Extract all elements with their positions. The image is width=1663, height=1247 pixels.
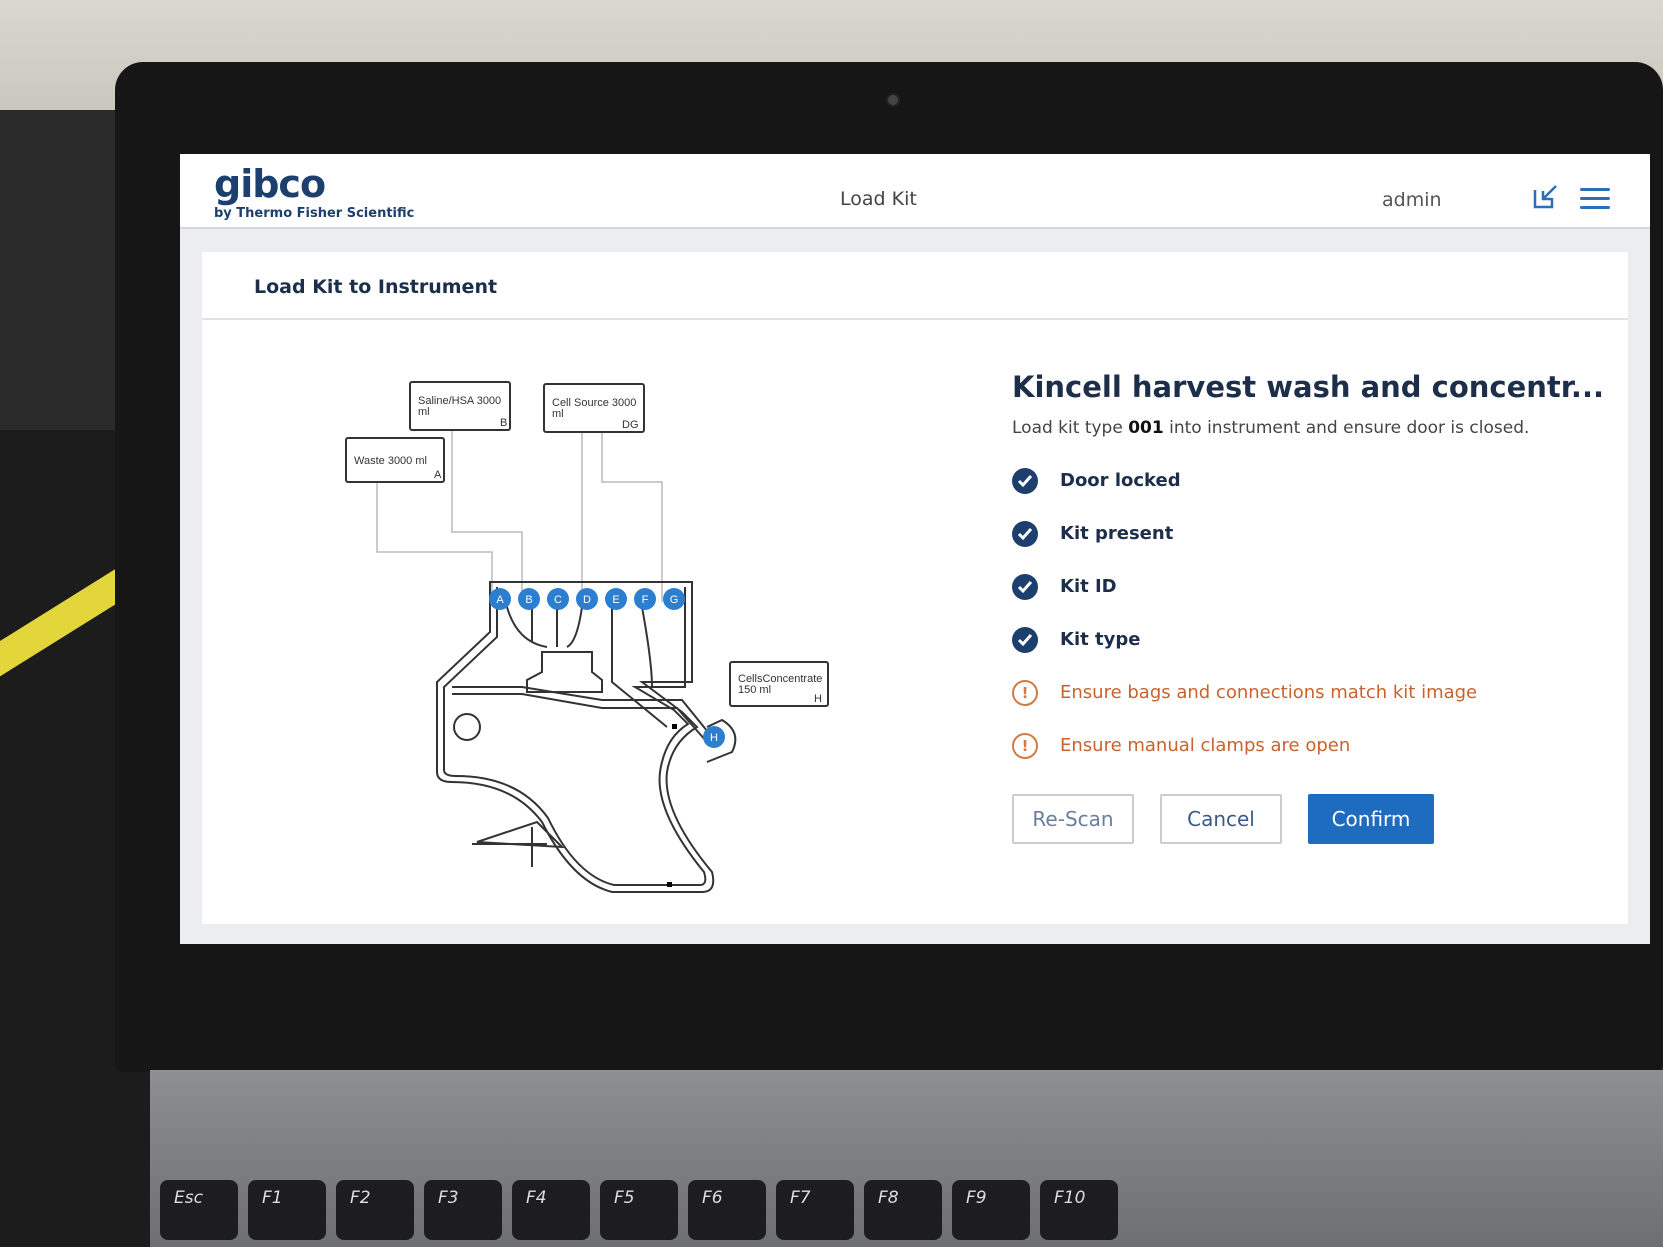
cassette-outline [436,581,737,893]
key[interactable]: F4 [512,1180,590,1240]
warning-icon: ! [1012,732,1038,759]
check-label: Kit ID [1060,576,1117,597]
check-kit-id: Kit ID [1012,560,1572,613]
port-label: B [525,594,532,606]
user-name[interactable]: admin [1382,189,1442,211]
key[interactable]: F5 [600,1180,678,1240]
checkmark-icon [1012,520,1038,547]
bag-port: DG [622,419,639,431]
bag-port: B [500,417,507,429]
bag-label: Saline/HSA 3000 [418,395,501,407]
confirm-button[interactable]: Confirm [1308,794,1434,844]
kit-desc-text: Load kit type [1012,418,1129,438]
page-title: Load Kit [840,188,917,210]
port-a: A [489,588,511,610]
bag-label: ml [552,408,564,420]
port-h: H [703,726,725,748]
port-label: F [642,594,649,606]
kit-type-code: 001 [1128,418,1164,438]
warning-label: Ensure manual clamps are open [1060,735,1351,756]
bag-saline: Saline/HSA 3000 ml B [409,381,511,431]
kit-instructions: Load kit type 001 into instrument and en… [1012,418,1572,438]
bag-label: Cell Source 3000 [552,397,636,409]
app-screen: gibco by Thermo Fisher Scientific Load K… [180,154,1650,944]
check-label: Kit present [1060,523,1174,544]
kit-details: Kincell harvest wash and concentr... Loa… [1012,370,1604,846]
key[interactable]: F6 [688,1180,766,1240]
key[interactable]: F3 [424,1180,502,1240]
webcam [886,93,900,107]
bag-waste: Waste 3000 ml A [345,437,445,483]
bag-cells-concentrate: CellsConcentrate 150 ml H [729,661,829,707]
port-label: E [612,594,619,606]
warning-label: Ensure bags and connections match kit im… [1060,682,1478,703]
key[interactable]: F2 [336,1180,414,1240]
warning-bags-connections: ! Ensure bags and connections match kit … [1012,666,1572,719]
bag-port: A [434,469,442,481]
port-g: G [663,588,685,610]
panel-header: Load Kit to Instrument [202,252,1628,320]
export-icon[interactable] [1532,184,1558,210]
keyboard-function-row: Esc F1 F2 F3 F4 F5 F6 F7 F8 F9 F10 [150,1180,1663,1247]
port-label: C [554,594,562,606]
port-e: E [605,588,627,610]
port-c: C [547,588,569,610]
port-label: H [710,732,718,744]
check-door-locked: Door locked [1012,454,1572,507]
action-buttons: Re-Scan Cancel Confirm [1012,794,1572,846]
check-kit-type: Kit type [1012,613,1572,666]
key[interactable]: Esc [160,1180,238,1240]
port-label: D [583,594,591,606]
bag-cell-source: Cell Source 3000 ml DG [543,383,645,433]
panel-title: Load Kit to Instrument [254,276,498,298]
checkmark-icon [1012,573,1038,600]
cancel-button[interactable]: Cancel [1160,794,1282,844]
key[interactable]: F8 [864,1180,942,1240]
hamburger-menu-icon[interactable] [1580,188,1610,212]
port-markers: A B C D E F G H [489,588,725,748]
check-kit-present: Kit present [1012,507,1572,560]
top-bar: gibco by Thermo Fisher Scientific Load K… [180,154,1650,229]
port-d: D [576,588,598,610]
port-label: A [496,594,504,606]
kit-desc-text: into instrument and ensure door is close… [1163,418,1530,438]
kit-diagram: Saline/HSA 3000 ml B Cell Source 3000 ml… [345,381,829,893]
port-f: F [634,588,656,610]
brand-subtitle: by Thermo Fisher Scientific [214,206,415,221]
bag-label: Waste 3000 ml [354,455,427,467]
checklist: Door locked Kit present Kit ID Kit type … [1012,454,1572,772]
warning-icon: ! [1012,679,1038,706]
bag-label: 150 ml [738,684,771,696]
check-label: Kit type [1060,629,1141,650]
brand-logo: gibco by Thermo Fisher Scientific [214,162,414,221]
check-label: Door locked [1060,470,1181,491]
brand-name: gibco [214,162,326,206]
key[interactable]: F7 [776,1180,854,1240]
checkmark-icon [1012,467,1038,494]
bag-port: H [814,693,822,705]
port-b: B [518,588,540,610]
key[interactable]: F1 [248,1180,326,1240]
rescan-button[interactable]: Re-Scan [1012,794,1134,844]
kit-title: Kincell harvest wash and concentr... [1012,370,1604,404]
load-kit-panel: Load Kit to Instrument Saline/HSA 3000 m… [202,252,1628,924]
port-label: G [670,594,679,606]
warning-manual-clamps: ! Ensure manual clamps are open [1012,719,1572,772]
checkmark-icon [1012,626,1038,653]
key[interactable]: F9 [952,1180,1030,1240]
bag-label: ml [418,406,430,418]
key[interactable]: F10 [1040,1180,1118,1240]
